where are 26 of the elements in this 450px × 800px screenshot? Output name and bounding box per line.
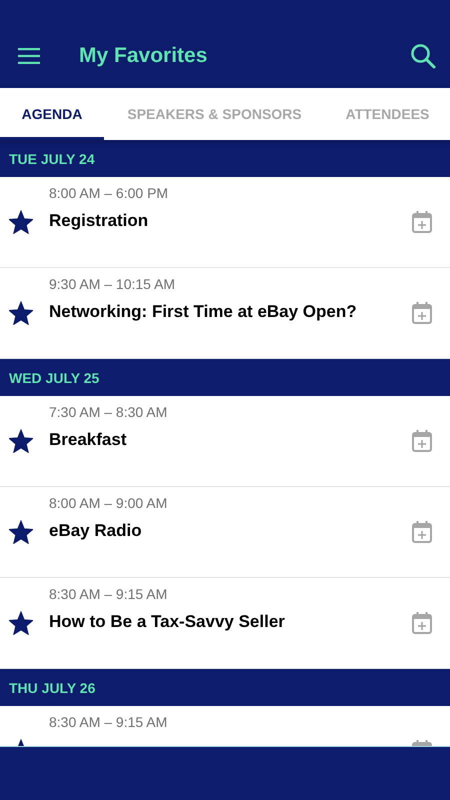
- day-label: TUE JULY 24: [9, 150, 95, 166]
- session-time: 8:00 AM – 6:00 PM: [49, 185, 170, 201]
- session-item[interactable]: 7:30 AM – 8:30 AM Breakfast: [0, 396, 450, 487]
- day-label: WED JULY 25: [9, 370, 100, 386]
- tab[interactable]: AGENDA: [0, 88, 104, 140]
- session-title: eBay Radio: [49, 521, 143, 541]
- star-icon[interactable]: [9, 611, 33, 635]
- session-title: Breakfast: [49, 430, 128, 450]
- day-label: THU JULY 26: [9, 680, 96, 696]
- session-title: Networking: First Time at eBay Open?: [49, 302, 358, 322]
- session-time: 8:30 AM – 9:15 AM: [49, 586, 168, 602]
- star-icon[interactable]: [9, 429, 33, 453]
- session-time: 9:30 AM – 10:15 AM: [49, 276, 176, 292]
- search-icon[interactable]: [410, 43, 436, 69]
- session-item[interactable]: 8:00 AM – 6:00 PM Registration: [0, 177, 450, 268]
- star-icon[interactable]: [9, 301, 33, 325]
- session-title: How to Be a Tax-Savvy Seller: [49, 612, 286, 632]
- session-item[interactable]: 8:00 AM – 9:00 AM eBay Radio: [0, 487, 450, 578]
- session-time: 8:00 AM – 9:00 AM: [49, 495, 168, 511]
- session-time: 7:30 AM – 8:30 AM: [49, 404, 168, 420]
- star-icon[interactable]: [9, 210, 33, 234]
- screen-title: My Favorites: [79, 44, 208, 68]
- star-icon[interactable]: [9, 520, 33, 544]
- menu-icon[interactable]: [18, 48, 40, 64]
- session-title: Registration: [49, 211, 150, 231]
- session-time: 8:30 AM – 9:15 AM: [49, 714, 168, 730]
